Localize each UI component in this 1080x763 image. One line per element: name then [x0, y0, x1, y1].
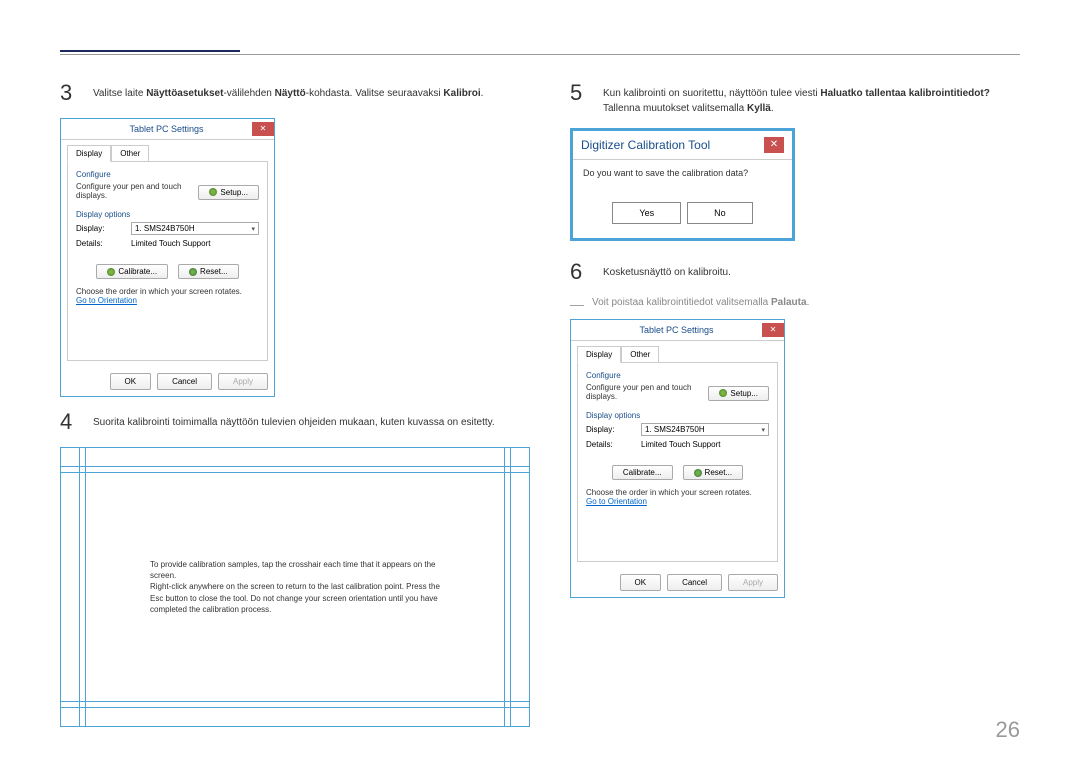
- config-text: Configure your pen and touch displays.: [586, 383, 708, 401]
- calibration-screen: To provide calibration samples, tap the …: [60, 447, 530, 727]
- ok-button[interactable]: OK: [620, 574, 662, 591]
- close-icon[interactable]: ✕: [762, 323, 784, 337]
- details-value: Limited Touch Support: [131, 239, 210, 248]
- yes-button[interactable]: Yes: [612, 202, 681, 224]
- tablet-settings-window: Tablet PC Settings ✕ Display Other Confi…: [60, 118, 275, 397]
- setup-button[interactable]: Setup...: [708, 386, 769, 401]
- window-titlebar: Tablet PC Settings ✕: [61, 119, 274, 140]
- step-3-text: Valitse laite Näyttöasetukset-välilehden…: [93, 80, 483, 101]
- tab-other[interactable]: Other: [111, 145, 149, 162]
- step-5-text: Kun kalibrointi on suoritettu, näyttöön …: [603, 80, 1020, 116]
- dialog-body: Do you want to save the calibration data…: [573, 159, 792, 238]
- calibration-dialog: Digitizer Calibration Tool ✕ Do you want…: [570, 128, 795, 241]
- dialog-buttons: OK Cancel Apply: [571, 568, 784, 597]
- tabs: Display Other: [61, 140, 274, 161]
- display-select[interactable]: 1. SMS24B750H▾: [131, 222, 259, 235]
- calibrate-button[interactable]: Calibrate...: [612, 465, 673, 480]
- left-column: 3 Valitse laite Näyttöasetukset-välilehd…: [60, 80, 530, 727]
- dialog-title: Digitizer Calibration Tool: [581, 138, 710, 152]
- shield-icon: [719, 389, 727, 397]
- details-value: Limited Touch Support: [641, 440, 720, 449]
- calibration-instructions: To provide calibration samples, tap the …: [150, 559, 440, 615]
- chevron-down-icon: ▾: [761, 426, 765, 434]
- step-4-text: Suorita kalibrointi toimimalla näyttöön …: [93, 409, 495, 430]
- step-5: 5 Kun kalibrointi on suoritettu, näyttöö…: [570, 80, 1020, 116]
- step-num-4: 4: [60, 409, 78, 435]
- dialog-titlebar: Digitizer Calibration Tool ✕: [573, 131, 792, 159]
- dash-note-text: Voit poistaa kalibrointitiedot valitsema…: [592, 297, 809, 308]
- orientation-link[interactable]: Go to Orientation: [586, 497, 647, 506]
- window-title: Tablet PC Settings: [591, 325, 762, 335]
- window-titlebar: Tablet PC Settings ✕: [571, 320, 784, 341]
- cancel-button[interactable]: Cancel: [157, 373, 212, 390]
- tab-display[interactable]: Display: [67, 145, 111, 162]
- step-num-5: 5: [570, 80, 588, 106]
- dialog-buttons: Yes No: [583, 202, 782, 224]
- setup-button[interactable]: Setup...: [198, 185, 259, 200]
- window-icon: [65, 123, 77, 135]
- orientation-text: Choose the order in which your screen ro…: [586, 488, 769, 497]
- chevron-down-icon: ▾: [251, 225, 255, 233]
- display-select[interactable]: 1. SMS24B750H▾: [641, 423, 769, 436]
- step-num-6: 6: [570, 259, 588, 285]
- header-rule: [60, 54, 1020, 55]
- tablet-settings-window-2: Tablet PC Settings ✕ Display Other Confi…: [570, 319, 785, 598]
- dialog-buttons: OK Cancel Apply: [61, 367, 274, 396]
- tab-content: Configure Configure your pen and touch d…: [67, 161, 268, 361]
- columns: 3 Valitse laite Näyttöasetukset-välilehd…: [60, 80, 1020, 727]
- page-number: 26: [996, 717, 1020, 743]
- shield-icon: [694, 469, 702, 477]
- display-label: Display:: [586, 425, 641, 434]
- header-accent: [60, 50, 240, 52]
- display-options-label: Display options: [76, 210, 259, 219]
- window-title: Tablet PC Settings: [81, 124, 252, 134]
- page: 3 Valitse laite Näyttöasetukset-välilehd…: [0, 0, 1080, 763]
- orientation-text: Choose the order in which your screen ro…: [76, 287, 259, 296]
- apply-button[interactable]: Apply: [728, 574, 778, 591]
- cancel-button[interactable]: Cancel: [667, 574, 722, 591]
- dialog-message: Do you want to save the calibration data…: [583, 168, 782, 178]
- tab-display[interactable]: Display: [577, 346, 621, 363]
- config-text: Configure your pen and touch displays.: [76, 182, 198, 200]
- close-icon[interactable]: ✕: [764, 137, 784, 153]
- reset-button[interactable]: Reset...: [683, 465, 744, 480]
- details-label: Details:: [586, 440, 641, 449]
- shield-icon: [209, 188, 217, 196]
- tabs: Display Other: [571, 341, 784, 362]
- details-label: Details:: [76, 239, 131, 248]
- display-label: Display:: [76, 224, 131, 233]
- ok-button[interactable]: OK: [110, 373, 152, 390]
- tab-content: Configure Configure your pen and touch d…: [577, 362, 778, 562]
- step-6-text: Kosketusnäyttö on kalibroitu.: [603, 259, 731, 280]
- step-4: 4 Suorita kalibrointi toimimalla näyttöö…: [60, 409, 530, 435]
- tab-other[interactable]: Other: [621, 346, 659, 363]
- reset-button[interactable]: Reset...: [178, 264, 239, 279]
- right-column: 5 Kun kalibrointi on suoritettu, näyttöö…: [570, 80, 1020, 727]
- shield-icon: [189, 268, 197, 276]
- display-options-label: Display options: [586, 411, 769, 420]
- window-icon: [575, 324, 587, 336]
- configure-label: Configure: [76, 170, 259, 179]
- dash-note: ― Voit poistaa kalibrointitiedot valitse…: [570, 297, 1020, 311]
- dash-icon: ―: [570, 297, 584, 311]
- step-3: 3 Valitse laite Näyttöasetukset-välilehd…: [60, 80, 530, 106]
- shield-icon: [107, 268, 115, 276]
- calibrate-button[interactable]: Calibrate...: [96, 264, 168, 279]
- close-icon[interactable]: ✕: [252, 122, 274, 136]
- configure-label: Configure: [586, 371, 769, 380]
- step-6: 6 Kosketusnäyttö on kalibroitu.: [570, 259, 1020, 285]
- step-num-3: 3: [60, 80, 78, 106]
- no-button[interactable]: No: [687, 202, 753, 224]
- apply-button[interactable]: Apply: [218, 373, 268, 390]
- orientation-link[interactable]: Go to Orientation: [76, 296, 137, 305]
